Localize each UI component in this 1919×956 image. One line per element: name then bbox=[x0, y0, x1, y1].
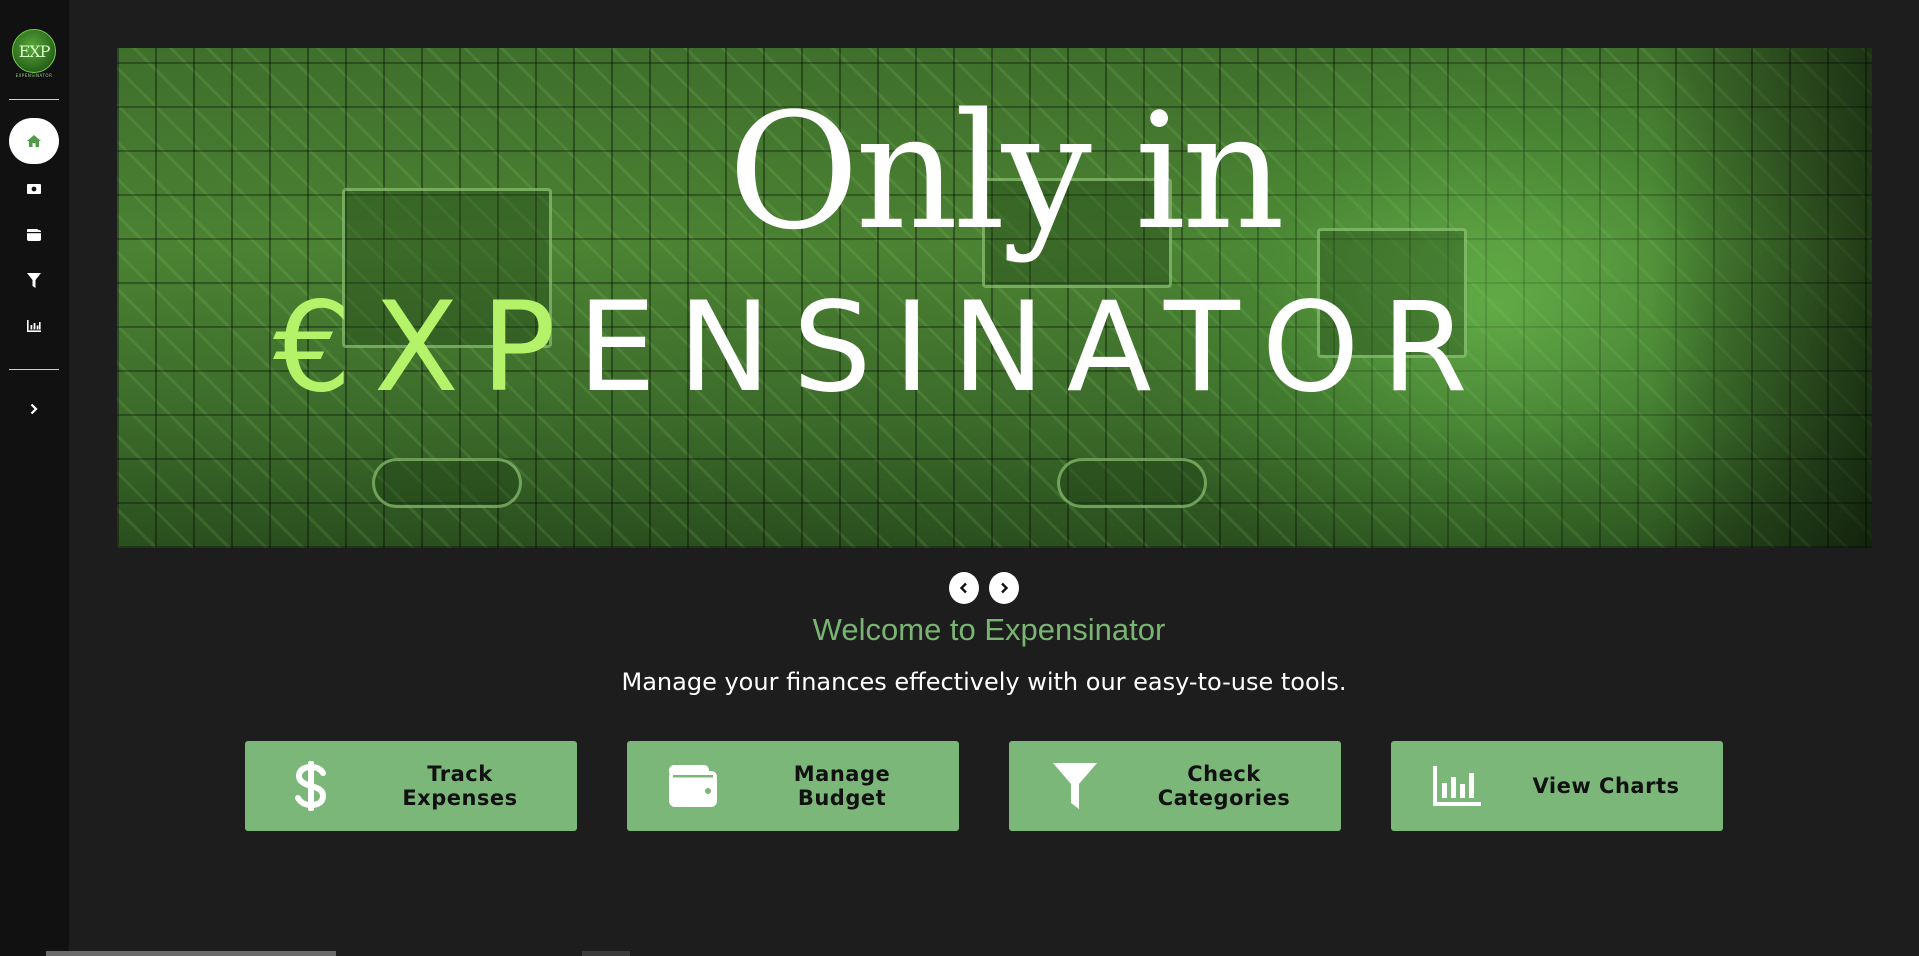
scrollbar-marker bbox=[582, 951, 630, 956]
sidebar-item-budget[interactable] bbox=[14, 220, 54, 250]
app-logo[interactable]: EXP bbox=[12, 29, 56, 73]
carousel-prev-button[interactable] bbox=[949, 572, 979, 604]
money-icon bbox=[27, 184, 41, 194]
chart-icon bbox=[27, 320, 41, 332]
check-categories-button[interactable]: Check Categories bbox=[1009, 741, 1341, 831]
track-expenses-button[interactable]: Track Expenses bbox=[245, 741, 577, 831]
dollar-icon bbox=[283, 759, 339, 813]
chart-icon bbox=[1429, 759, 1485, 813]
hero-banner: Only in €XPENSINATOR bbox=[117, 48, 1872, 548]
horizontal-scrollbar[interactable] bbox=[46, 951, 336, 956]
circuit-chip bbox=[372, 458, 522, 508]
action-label: Track Expenses bbox=[402, 762, 518, 810]
sidebar: EXP EXPENSINATOR bbox=[0, 0, 69, 956]
banner-headline: Only in bbox=[728, 78, 1285, 265]
sidebar-expand-button[interactable] bbox=[14, 394, 54, 424]
sidebar-item-charts[interactable] bbox=[14, 311, 54, 341]
filter-icon bbox=[27, 273, 41, 288]
welcome-title: Welcome to Expensinator bbox=[812, 612, 1166, 647]
chevron-right-icon bbox=[30, 403, 38, 415]
chevron-right-icon bbox=[1001, 582, 1009, 594]
action-label: Check Categories bbox=[1157, 762, 1291, 810]
sidebar-divider bbox=[9, 369, 59, 370]
view-charts-button[interactable]: View Charts bbox=[1391, 741, 1723, 831]
sidebar-item-home[interactable] bbox=[9, 118, 59, 164]
welcome-subtitle: Manage your finances effectively with ou… bbox=[621, 668, 1347, 696]
banner-brand-accent: €XP bbox=[273, 276, 578, 420]
sidebar-item-categories[interactable] bbox=[14, 266, 54, 296]
wallet-icon bbox=[665, 759, 721, 813]
carousel-next-button[interactable] bbox=[989, 572, 1019, 604]
banner-brand: €XPENSINATOR bbox=[273, 276, 1489, 420]
action-label: View Charts bbox=[1532, 774, 1680, 798]
home-icon bbox=[27, 135, 41, 147]
banner-brand-rest: ENSINATOR bbox=[577, 276, 1490, 420]
manage-budget-button[interactable]: Manage Budget bbox=[627, 741, 959, 831]
sidebar-item-expenses[interactable] bbox=[14, 174, 54, 204]
wallet-icon bbox=[27, 229, 41, 241]
sidebar-divider bbox=[9, 99, 59, 100]
action-label: Manage Budget bbox=[793, 762, 891, 810]
circuit-chip bbox=[1057, 458, 1207, 508]
filter-icon bbox=[1047, 759, 1103, 813]
chevron-left-icon bbox=[959, 582, 967, 594]
logo-caption: EXPENSINATOR bbox=[15, 73, 53, 78]
